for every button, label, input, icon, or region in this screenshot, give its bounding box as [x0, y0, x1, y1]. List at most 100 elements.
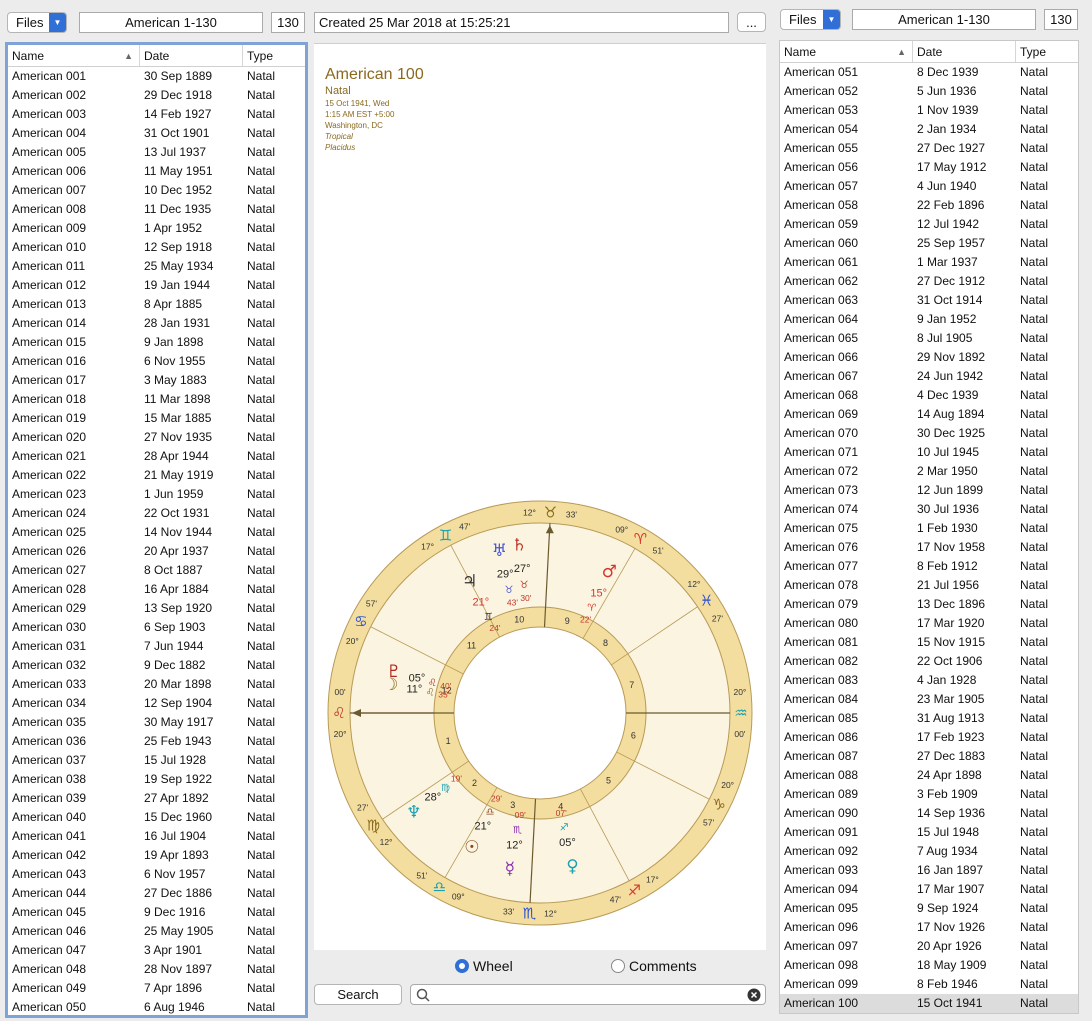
- right-collection-name-field[interactable]: American 1-130: [852, 9, 1036, 30]
- table-row[interactable]: American 059 12 Jul 1942 Natal: [780, 215, 1078, 234]
- table-row[interactable]: American 062 27 Dec 1912 Natal: [780, 272, 1078, 291]
- table-row[interactable]: American 074 30 Jul 1936 Natal: [780, 500, 1078, 519]
- table-row[interactable]: American 019 15 Mar 1885 Natal: [8, 409, 305, 428]
- table-row[interactable]: American 081 15 Nov 1915 Natal: [780, 633, 1078, 652]
- table-row[interactable]: American 077 8 Feb 1912 Natal: [780, 557, 1078, 576]
- table-row[interactable]: American 005 13 Jul 1937 Natal: [8, 143, 305, 162]
- wheel-view-option[interactable]: Wheel: [455, 958, 513, 974]
- table-row[interactable]: American 013 8 Apr 1885 Natal: [8, 295, 305, 314]
- table-row[interactable]: American 063 31 Oct 1914 Natal: [780, 291, 1078, 310]
- table-row[interactable]: American 020 27 Nov 1935 Natal: [8, 428, 305, 447]
- more-options-button[interactable]: ...: [737, 12, 766, 32]
- wheel-radio-button[interactable]: [455, 959, 469, 973]
- table-row[interactable]: American 045 9 Dec 1916 Natal: [8, 903, 305, 922]
- table-row[interactable]: American 032 9 Dec 1882 Natal: [8, 656, 305, 675]
- table-row[interactable]: American 008 11 Dec 1935 Natal: [8, 200, 305, 219]
- comments-radio-button[interactable]: [611, 959, 625, 973]
- search-button[interactable]: Search: [314, 984, 402, 1005]
- table-row[interactable]: American 024 22 Oct 1931 Natal: [8, 504, 305, 523]
- left-files-popup[interactable]: Files ▼: [7, 12, 67, 33]
- table-row[interactable]: American 093 16 Jan 1897 Natal: [780, 861, 1078, 880]
- table-row[interactable]: American 029 13 Sep 1920 Natal: [8, 599, 305, 618]
- table-row[interactable]: American 047 3 Apr 1901 Natal: [8, 941, 305, 960]
- table-row[interactable]: American 083 4 Jan 1928 Natal: [780, 671, 1078, 690]
- table-row[interactable]: American 088 24 Apr 1898 Natal: [780, 766, 1078, 785]
- table-row[interactable]: American 033 20 Mar 1898 Natal: [8, 675, 305, 694]
- column-header-name[interactable]: Name ▲: [780, 41, 913, 62]
- table-row[interactable]: American 003 14 Feb 1927 Natal: [8, 105, 305, 124]
- table-row[interactable]: American 001 30 Sep 1889 Natal: [8, 67, 305, 86]
- table-row[interactable]: American 073 12 Jun 1899 Natal: [780, 481, 1078, 500]
- table-row[interactable]: American 038 19 Sep 1922 Natal: [8, 770, 305, 789]
- table-row[interactable]: American 004 31 Oct 1901 Natal: [8, 124, 305, 143]
- table-row[interactable]: American 055 27 Dec 1927 Natal: [780, 139, 1078, 158]
- table-row[interactable]: American 018 11 Mar 1898 Natal: [8, 390, 305, 409]
- table-row[interactable]: American 009 1 Apr 1952 Natal: [8, 219, 305, 238]
- table-row[interactable]: American 035 30 May 1917 Natal: [8, 713, 305, 732]
- table-row[interactable]: American 027 8 Oct 1887 Natal: [8, 561, 305, 580]
- table-row[interactable]: American 094 17 Mar 1907 Natal: [780, 880, 1078, 899]
- table-row[interactable]: American 087 27 Dec 1883 Natal: [780, 747, 1078, 766]
- table-row[interactable]: American 090 14 Sep 1936 Natal: [780, 804, 1078, 823]
- table-row[interactable]: American 039 27 Apr 1892 Natal: [8, 789, 305, 808]
- table-row[interactable]: American 095 9 Sep 1924 Natal: [780, 899, 1078, 918]
- table-row[interactable]: American 060 25 Sep 1957 Natal: [780, 234, 1078, 253]
- right-chart-list[interactable]: Name ▲ Date Type American 051 8 Dec 1939 Na…: [779, 40, 1079, 1014]
- table-row[interactable]: American 070 30 Dec 1925 Natal: [780, 424, 1078, 443]
- table-row[interactable]: American 041 16 Jul 1904 Natal: [8, 827, 305, 846]
- table-row[interactable]: American 096 17 Nov 1926 Natal: [780, 918, 1078, 937]
- table-row[interactable]: American 080 17 Mar 1920 Natal: [780, 614, 1078, 633]
- right-files-popup[interactable]: Files ▼: [780, 9, 841, 30]
- table-row[interactable]: American 048 28 Nov 1897 Natal: [8, 960, 305, 979]
- table-row[interactable]: American 058 22 Feb 1896 Natal: [780, 196, 1078, 215]
- table-row[interactable]: American 091 15 Jul 1948 Natal: [780, 823, 1078, 842]
- table-row[interactable]: American 054 2 Jan 1934 Natal: [780, 120, 1078, 139]
- table-row[interactable]: American 025 14 Nov 1944 Natal: [8, 523, 305, 542]
- table-row[interactable]: American 097 20 Apr 1926 Natal: [780, 937, 1078, 956]
- comments-view-option[interactable]: Comments: [611, 958, 697, 974]
- table-row[interactable]: American 076 17 Nov 1958 Natal: [780, 538, 1078, 557]
- table-row[interactable]: American 069 14 Aug 1894 Natal: [780, 405, 1078, 424]
- table-row[interactable]: American 057 4 Jun 1940 Natal: [780, 177, 1078, 196]
- column-header-date[interactable]: Date: [913, 41, 1016, 62]
- table-row[interactable]: American 044 27 Dec 1886 Natal: [8, 884, 305, 903]
- table-row[interactable]: American 046 25 May 1905 Natal: [8, 922, 305, 941]
- table-row[interactable]: American 042 19 Apr 1893 Natal: [8, 846, 305, 865]
- table-row[interactable]: American 031 7 Jun 1944 Natal: [8, 637, 305, 656]
- left-chart-list[interactable]: Name ▲ Date Type American 001 30 Sep 1889 N…: [5, 42, 308, 1018]
- table-row[interactable]: American 061 1 Mar 1937 Natal: [780, 253, 1078, 272]
- search-field[interactable]: [410, 984, 766, 1005]
- table-row[interactable]: American 014 28 Jan 1931 Natal: [8, 314, 305, 333]
- table-row[interactable]: American 082 22 Oct 1906 Natal: [780, 652, 1078, 671]
- table-row[interactable]: American 015 9 Jan 1898 Natal: [8, 333, 305, 352]
- table-row[interactable]: American 053 1 Nov 1939 Natal: [780, 101, 1078, 120]
- table-row[interactable]: American 010 12 Sep 1918 Natal: [8, 238, 305, 257]
- table-row[interactable]: American 052 5 Jun 1936 Natal: [780, 82, 1078, 101]
- table-row[interactable]: American 034 12 Sep 1904 Natal: [8, 694, 305, 713]
- table-row[interactable]: American 036 25 Feb 1943 Natal: [8, 732, 305, 751]
- table-row[interactable]: American 037 15 Jul 1928 Natal: [8, 751, 305, 770]
- table-row[interactable]: American 084 23 Mar 1905 Natal: [780, 690, 1078, 709]
- table-row[interactable]: American 016 6 Nov 1955 Natal: [8, 352, 305, 371]
- table-row[interactable]: American 051 8 Dec 1939 Natal: [780, 63, 1078, 82]
- column-header-type[interactable]: Type: [1016, 41, 1078, 62]
- table-row[interactable]: American 085 31 Aug 1913 Natal: [780, 709, 1078, 728]
- column-header-type[interactable]: Type: [243, 45, 305, 66]
- table-row[interactable]: American 078 21 Jul 1956 Natal: [780, 576, 1078, 595]
- column-header-name[interactable]: Name ▲: [8, 45, 140, 66]
- table-row[interactable]: American 022 21 May 1919 Natal: [8, 466, 305, 485]
- table-row[interactable]: American 067 24 Jun 1942 Natal: [780, 367, 1078, 386]
- table-row[interactable]: American 049 7 Apr 1896 Natal: [8, 979, 305, 998]
- table-row[interactable]: American 017 3 May 1883 Natal: [8, 371, 305, 390]
- table-row[interactable]: American 071 10 Jul 1945 Natal: [780, 443, 1078, 462]
- table-row[interactable]: American 086 17 Feb 1923 Natal: [780, 728, 1078, 747]
- table-row[interactable]: American 099 8 Feb 1946 Natal: [780, 975, 1078, 994]
- left-collection-name-field[interactable]: American 1-130: [79, 12, 263, 33]
- table-row[interactable]: American 026 20 Apr 1937 Natal: [8, 542, 305, 561]
- table-row[interactable]: American 064 9 Jan 1952 Natal: [780, 310, 1078, 329]
- table-row[interactable]: American 065 8 Jul 1905 Natal: [780, 329, 1078, 348]
- table-row[interactable]: American 043 6 Nov 1957 Natal: [8, 865, 305, 884]
- table-row[interactable]: American 066 29 Nov 1892 Natal: [780, 348, 1078, 367]
- table-row[interactable]: American 002 29 Dec 1918 Natal: [8, 86, 305, 105]
- table-row[interactable]: American 028 16 Apr 1884 Natal: [8, 580, 305, 599]
